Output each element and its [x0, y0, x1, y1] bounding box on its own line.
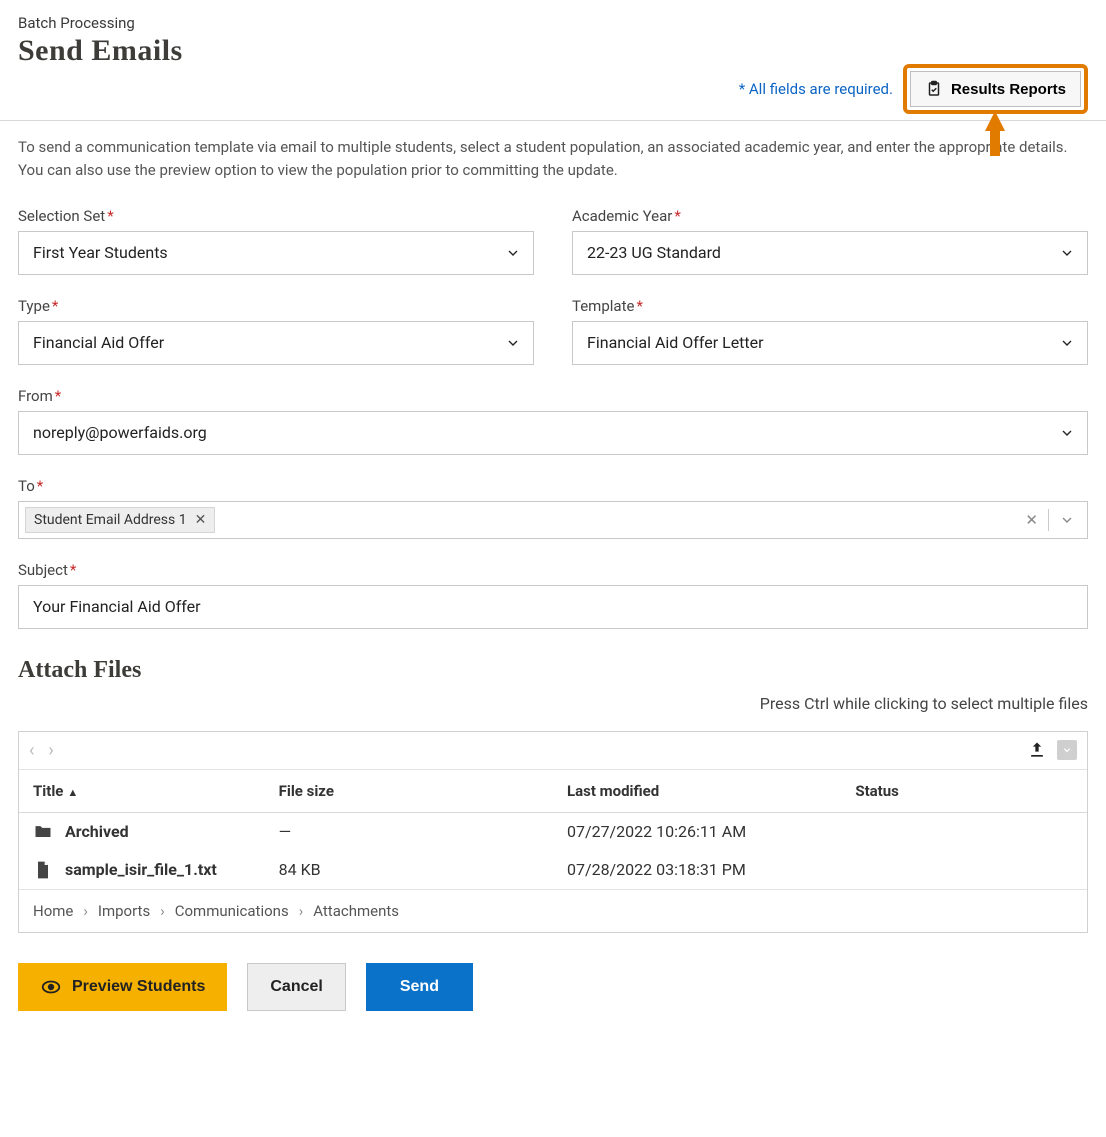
select-from[interactable]: noreply@powerfaids.org [18, 411, 1088, 455]
clear-all-icon[interactable]: ✕ [1025, 511, 1038, 529]
chevron-down-icon [1059, 245, 1075, 261]
eye-icon [40, 976, 62, 998]
select-academic-year[interactable]: 22-23 UG Standard [572, 231, 1088, 275]
select-from-value: noreply@powerfaids.org [33, 423, 207, 442]
file-title: sample_isir_file_1.txt [65, 860, 217, 879]
field-from: From* noreply@powerfaids.org [18, 387, 1088, 455]
input-subject[interactable]: Your Financial Aid Offer [18, 585, 1088, 629]
field-type: Type* Financial Aid Offer [18, 297, 534, 365]
file-breadcrumbs: Home › Imports › Communications › Attach… [19, 889, 1087, 932]
label-subject: Subject* [18, 561, 1088, 579]
chevron-right-icon: › [160, 902, 165, 920]
chevron-right-icon: › [83, 902, 88, 920]
file-size: — [265, 812, 553, 851]
clipboard-check-icon [925, 80, 943, 98]
label-selection-set: Selection Set* [18, 207, 534, 225]
sort-asc-icon: ▲ [67, 786, 78, 799]
crumb[interactable]: Attachments [313, 902, 399, 920]
table-row[interactable]: sample_isir_file_1.txt 84 KB 07/28/2022 … [19, 851, 1087, 889]
chevron-down-icon [505, 245, 521, 261]
field-to: To* Student Email Address 1 ✕ ✕ [18, 477, 1088, 539]
chevron-down-icon [505, 335, 521, 351]
results-reports-label: Results Reports [951, 81, 1066, 98]
callout-arrow-icon [985, 111, 1005, 131]
field-subject: Subject* Your Financial Aid Offer [18, 561, 1088, 629]
to-chip-label: Student Email Address 1 [34, 512, 187, 528]
multi-select-hint: Press Ctrl while clicking to select mult… [18, 694, 1088, 713]
remove-chip-icon[interactable]: ✕ [195, 512, 207, 528]
separator [1048, 509, 1049, 531]
cancel-button[interactable]: Cancel [247, 963, 345, 1011]
file-toolbar: ‹ › [19, 732, 1087, 770]
download-icon[interactable] [1057, 740, 1077, 760]
label-template: Template* [572, 297, 1088, 315]
required-fields-note: * All fields are required. [739, 80, 893, 98]
select-template[interactable]: Financial Aid Offer Letter [572, 321, 1088, 365]
select-type-value: Financial Aid Offer [33, 333, 164, 352]
select-template-value: Financial Aid Offer Letter [587, 333, 764, 352]
crumb[interactable]: Communications [175, 902, 289, 920]
file-icon [33, 860, 53, 880]
select-selection-set[interactable]: First Year Students [18, 231, 534, 275]
action-buttons: Preview Students Cancel Send [18, 963, 1088, 1011]
upload-icon[interactable] [1027, 740, 1047, 760]
preview-students-button[interactable]: Preview Students [18, 963, 227, 1011]
file-title: Archived [65, 822, 129, 841]
label-type: Type* [18, 297, 534, 315]
select-selection-set-value: First Year Students [33, 243, 168, 262]
multiselect-to[interactable]: Student Email Address 1 ✕ ✕ [18, 501, 1088, 539]
input-subject-value: Your Financial Aid Offer [33, 597, 201, 616]
col-last-modified[interactable]: Last modified [553, 770, 841, 813]
attach-files-heading: Attach Files [18, 657, 1088, 684]
col-status[interactable]: Status [841, 770, 1087, 813]
col-file-size[interactable]: File size [265, 770, 553, 813]
callout-arrow-stem [990, 130, 1000, 156]
field-selection-set: Selection Set* First Year Students [18, 207, 534, 275]
chevron-down-icon[interactable] [1059, 512, 1075, 528]
label-from: From* [18, 387, 1088, 405]
select-type[interactable]: Financial Aid Offer [18, 321, 534, 365]
file-status [841, 812, 1087, 851]
file-table: Title▲ File size Last modified Status Ar… [19, 770, 1087, 889]
to-chip: Student Email Address 1 ✕ [25, 507, 215, 533]
table-row[interactable]: Archived — 07/27/2022 10:26:11 AM [19, 812, 1087, 851]
label-to: To* [18, 477, 1088, 495]
file-modified: 07/27/2022 10:26:11 AM [553, 812, 841, 851]
file-modified: 07/28/2022 03:18:31 PM [553, 851, 841, 889]
field-template: Template* Financial Aid Offer Letter [572, 297, 1088, 365]
chevron-down-icon [1059, 425, 1075, 441]
crumb[interactable]: Imports [98, 902, 150, 920]
label-academic-year: Academic Year* [572, 207, 1088, 225]
intro-text: To send a communication template via ema… [18, 136, 1078, 183]
results-reports-highlight: Results Reports [903, 64, 1088, 114]
file-status [841, 851, 1087, 889]
field-academic-year: Academic Year* 22-23 UG Standard [572, 207, 1088, 275]
results-reports-button[interactable]: Results Reports [910, 71, 1081, 107]
file-table-header-row: Title▲ File size Last modified Status [19, 770, 1087, 813]
col-title[interactable]: Title▲ [19, 770, 265, 813]
folder-icon [33, 822, 53, 842]
header-divider [0, 120, 1106, 121]
crumb[interactable]: Home [33, 902, 73, 920]
breadcrumb-eyebrow: Batch Processing [18, 14, 1088, 32]
preview-students-label: Preview Students [72, 978, 205, 996]
send-button[interactable]: Send [366, 963, 473, 1011]
select-academic-year-value: 22-23 UG Standard [587, 243, 721, 262]
nav-back-icon[interactable]: ‹ [29, 740, 34, 761]
page-title: Send Emails [18, 34, 1088, 68]
file-size: 84 KB [265, 851, 553, 889]
chevron-right-icon: › [299, 902, 304, 920]
nav-forward-icon[interactable]: › [48, 740, 53, 761]
chevron-down-icon [1059, 335, 1075, 351]
file-browser: ‹ › Title▲ File size Last modified Statu… [18, 731, 1088, 933]
